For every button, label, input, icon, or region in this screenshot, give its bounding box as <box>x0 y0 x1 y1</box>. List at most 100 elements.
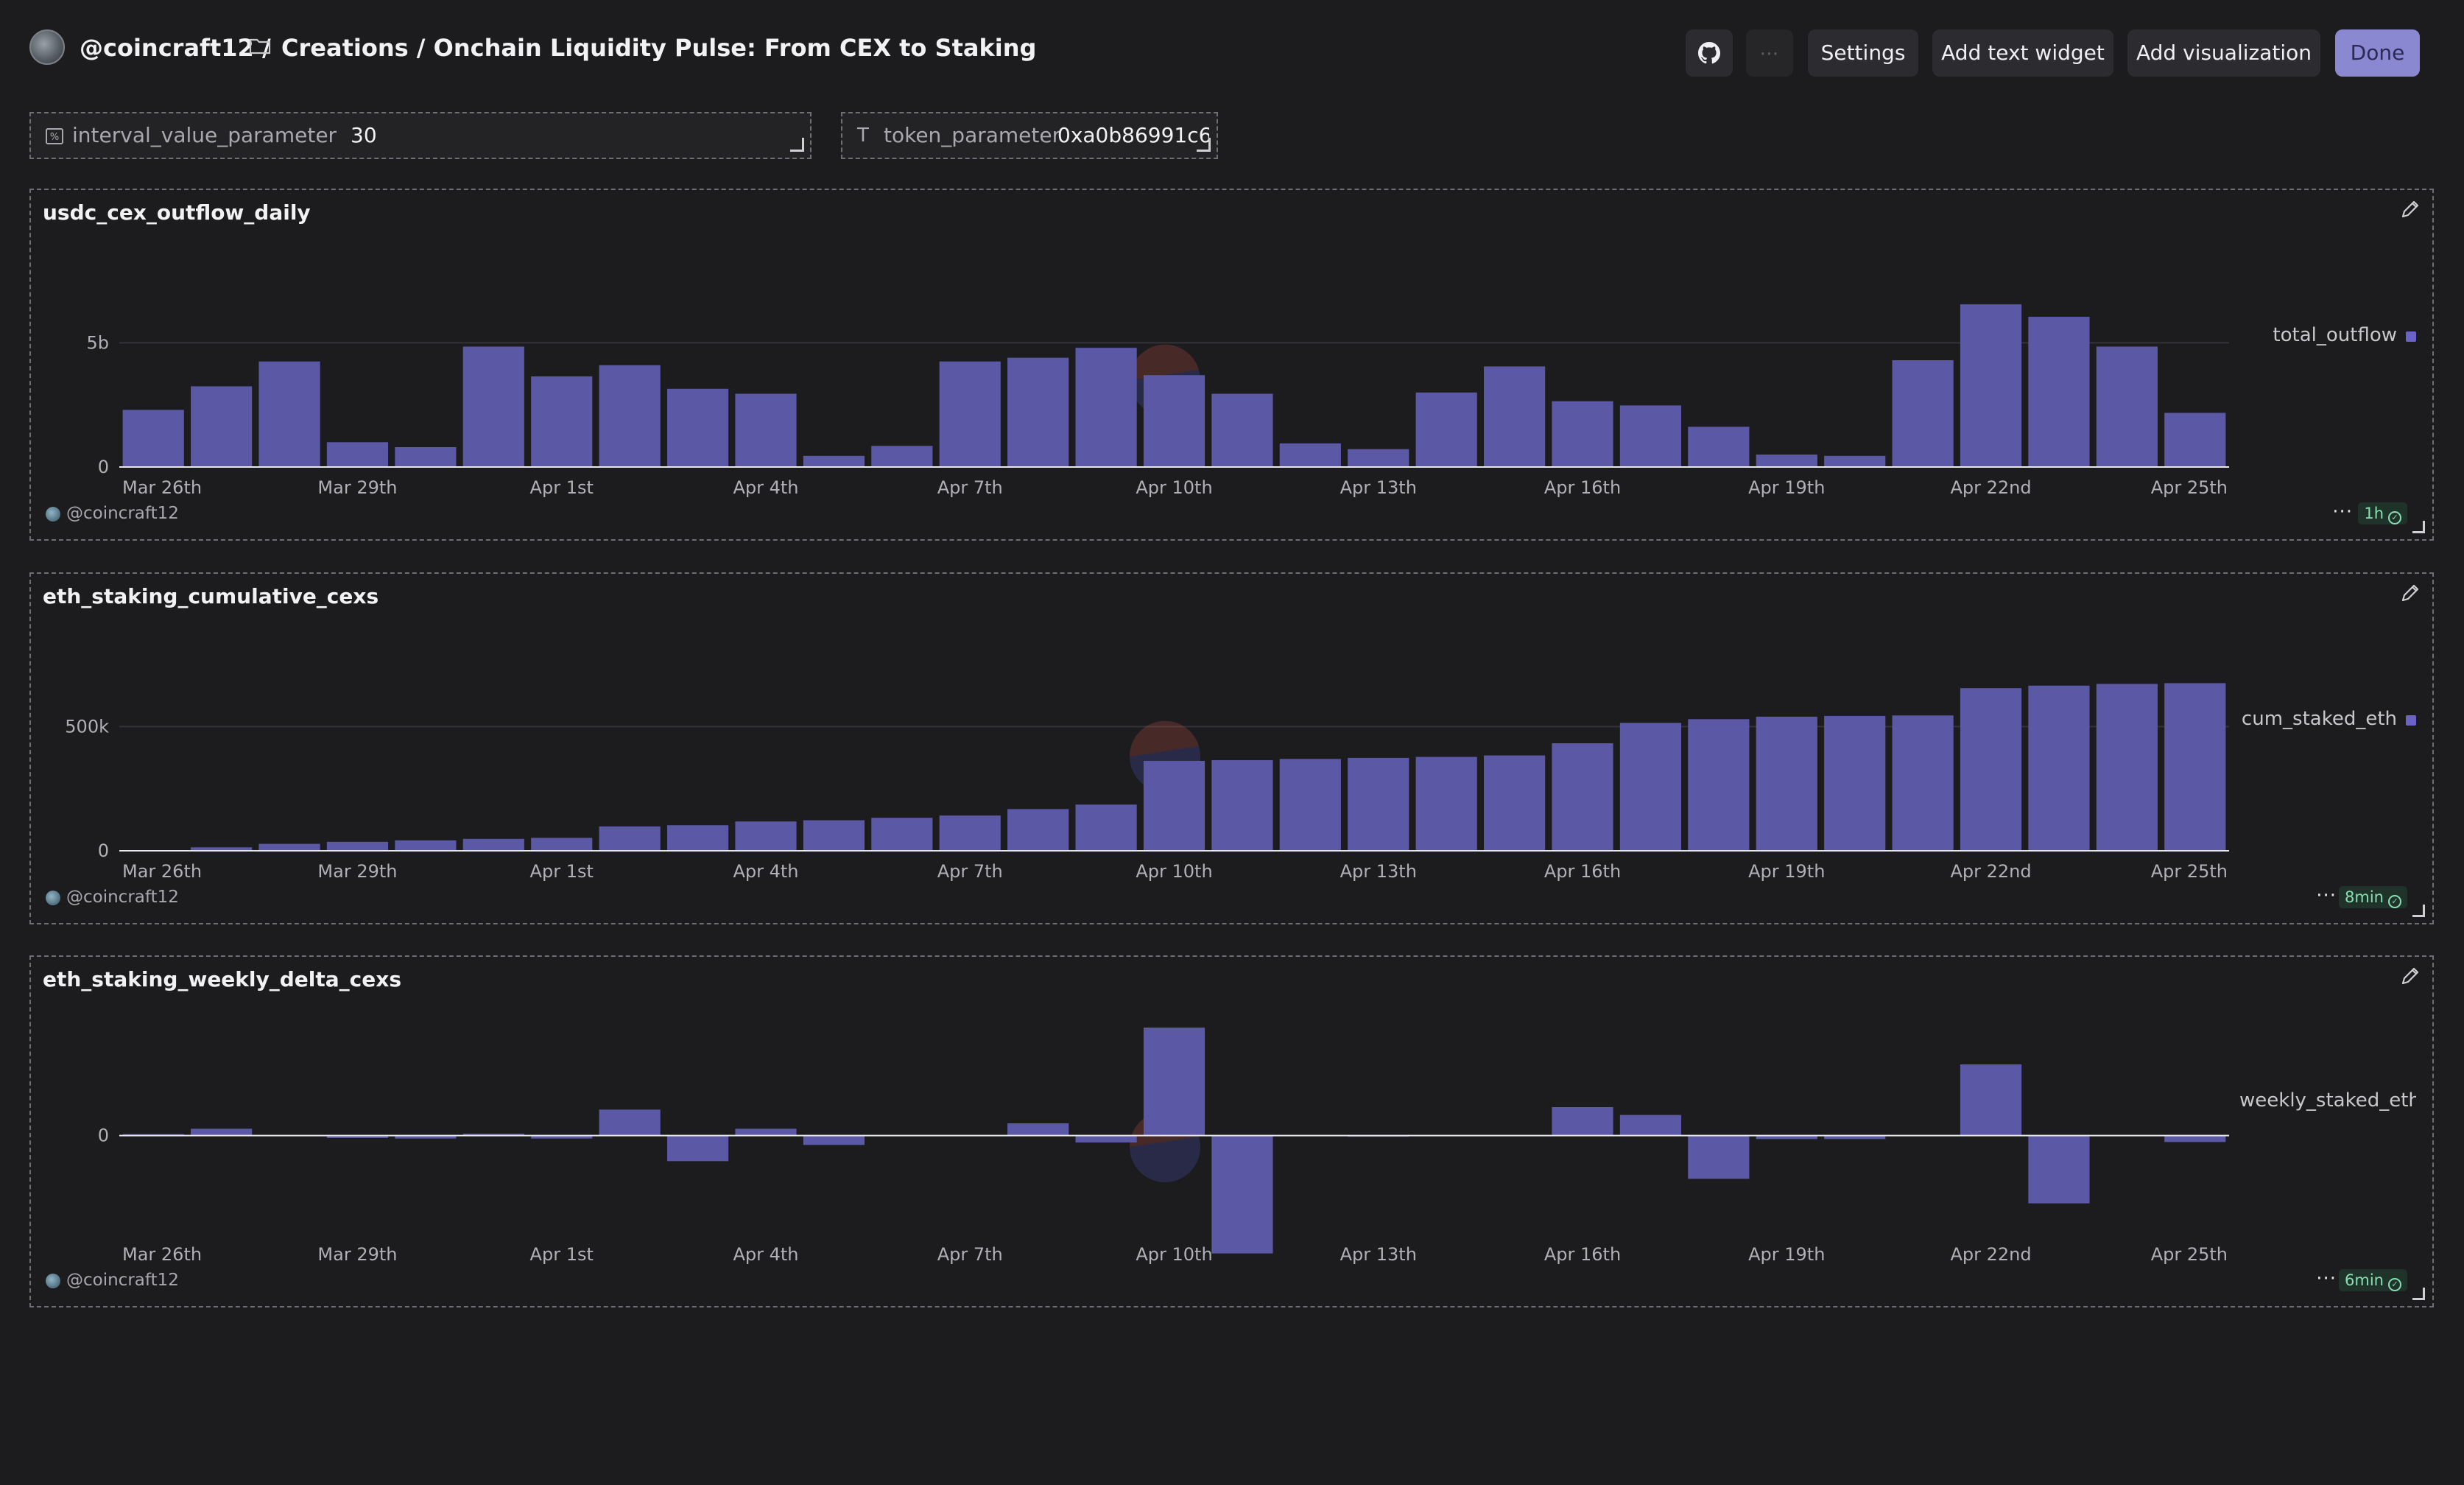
github-button[interactable] <box>1686 29 1733 77</box>
chart-bar[interactable] <box>258 361 320 467</box>
chart-bar[interactable] <box>1892 360 1954 467</box>
chart-bar[interactable] <box>666 825 729 851</box>
chart-bar[interactable] <box>395 447 457 467</box>
chart-bar[interactable] <box>1075 1135 1137 1142</box>
chart-bar[interactable] <box>1688 426 1750 467</box>
chart-bar[interactable] <box>735 393 797 467</box>
chart-bar[interactable] <box>1756 454 1817 467</box>
pencil-icon[interactable] <box>2398 964 2422 988</box>
chart-bar[interactable] <box>531 838 593 851</box>
chart-bar[interactable] <box>1552 1107 1613 1136</box>
more-options-button[interactable]: ⋯ <box>1746 29 1793 77</box>
parameter-value[interactable]: 30 <box>351 113 377 158</box>
chart-bar[interactable] <box>2028 317 2090 467</box>
chart-bar[interactable] <box>599 1109 661 1136</box>
breadcrumb-user[interactable]: @coincraft12 / <box>80 29 271 66</box>
chart-bar[interactable] <box>1688 1135 1750 1179</box>
parameter-value[interactable]: 0xa0b86991c6218b36c1d19d4a2e9eb0ce3606eb… <box>1057 113 1209 158</box>
chart-bar[interactable] <box>1619 1114 1682 1136</box>
ellipsis-icon[interactable]: ··· <box>2332 501 2353 523</box>
chart-bar[interactable] <box>939 361 1001 467</box>
chart-bar[interactable] <box>531 376 593 467</box>
chart-bar[interactable] <box>1960 688 2022 851</box>
chart-bar[interactable] <box>326 442 389 467</box>
chart-bar[interactable] <box>1415 756 1477 851</box>
chart-bar[interactable] <box>1211 1135 1273 1254</box>
chart-bar[interactable] <box>599 365 661 467</box>
add-text-widget-button[interactable]: Add text widget <box>1932 29 2113 77</box>
breadcrumb-dashboard[interactable]: Creations / Onchain Liquidity Pulse: Fro… <box>281 29 1036 66</box>
chart-bar[interactable] <box>395 840 457 851</box>
chart-bar[interactable] <box>803 1135 865 1145</box>
chart-bar[interactable] <box>2164 1135 2226 1142</box>
chart-bar[interactable] <box>1415 392 1477 467</box>
chart-bar[interactable] <box>1824 455 1886 467</box>
chart-bar[interactable] <box>939 815 1001 851</box>
chart-bar[interactable] <box>666 388 729 467</box>
resize-handle[interactable] <box>1197 138 1211 152</box>
panel-owner[interactable]: @coincraft12 <box>46 504 179 523</box>
chart-bar[interactable] <box>1211 759 1273 851</box>
chart-bar[interactable] <box>2164 683 2226 851</box>
chart-bar[interactable] <box>462 346 524 467</box>
chart-bar[interactable] <box>1892 715 1954 851</box>
chart-bar[interactable] <box>1552 401 1613 467</box>
chart-bar[interactable] <box>258 843 320 851</box>
chart-bar[interactable] <box>1007 1123 1069 1136</box>
chart-bar[interactable] <box>1279 759 1341 851</box>
chart-bar[interactable] <box>735 821 797 851</box>
chart-bar[interactable] <box>1348 449 1409 467</box>
chart-bar[interactable] <box>1143 760 1205 851</box>
pencil-icon[interactable] <box>2398 581 2422 605</box>
chart-bar[interactable] <box>1211 393 1273 467</box>
chart-bar[interactable] <box>2096 684 2158 851</box>
chart-bar[interactable] <box>803 820 865 851</box>
chart-bar[interactable] <box>599 826 661 851</box>
pencil-icon[interactable] <box>2398 197 2422 221</box>
resize-handle[interactable] <box>2412 1288 2425 1300</box>
chart-bar[interactable] <box>1688 719 1750 851</box>
chart-bar[interactable] <box>1619 723 1682 851</box>
chart-bar[interactable] <box>1279 443 1341 467</box>
chart-bar[interactable] <box>871 818 933 851</box>
ellipsis-icon[interactable]: ··· <box>2316 1268 2337 1290</box>
chart-bar[interactable] <box>735 1128 797 1136</box>
done-button[interactable]: Done <box>2335 29 2420 77</box>
chart-bar[interactable] <box>1143 375 1205 467</box>
resize-handle[interactable] <box>2412 905 2425 917</box>
ellipsis-icon[interactable]: ··· <box>2316 885 2337 907</box>
chart-bar[interactable] <box>1348 757 1409 851</box>
chart-bar[interactable] <box>326 841 389 851</box>
panel-owner[interactable]: @coincraft12 <box>46 888 179 907</box>
user-avatar[interactable] <box>29 29 65 65</box>
chart-bar[interactable] <box>2028 685 2090 851</box>
chart-bar[interactable] <box>462 838 524 851</box>
panel-owner[interactable]: @coincraft12 <box>46 1271 179 1290</box>
chart-bar[interactable] <box>1143 1028 1205 1136</box>
chart-bar[interactable] <box>1075 348 1137 467</box>
chart-bar[interactable] <box>1075 804 1137 851</box>
chart-bar[interactable] <box>1484 755 1546 851</box>
chart-bar[interactable] <box>1484 366 1546 467</box>
chart-bar[interactable] <box>871 446 933 467</box>
chart-bar[interactable] <box>1960 304 2022 467</box>
chart-bar[interactable] <box>1619 405 1682 467</box>
chart-bar[interactable] <box>1824 715 1886 851</box>
chart-bar[interactable] <box>122 410 184 467</box>
chart-bar[interactable] <box>1007 357 1069 467</box>
chart-bar[interactable] <box>191 386 253 467</box>
chart-bar[interactable] <box>2028 1135 2090 1204</box>
add-visualization-button[interactable]: Add visualization <box>2127 29 2320 77</box>
chart-bar[interactable] <box>191 1128 253 1136</box>
parameter-token[interactable]: T token_parameter 0xa0b86991c6218b36c1d1… <box>841 112 1218 159</box>
settings-button[interactable]: Settings <box>1808 29 1918 77</box>
chart-bar[interactable] <box>1552 743 1613 851</box>
chart-bar[interactable] <box>803 455 865 467</box>
chart-bar[interactable] <box>1007 809 1069 851</box>
parameter-interval[interactable]: % interval_value_parameter 30 <box>29 112 812 159</box>
chart-bar[interactable] <box>2164 412 2226 467</box>
resize-handle[interactable] <box>790 138 804 152</box>
chart-bar[interactable] <box>666 1135 729 1162</box>
chart-bar[interactable] <box>2096 346 2158 467</box>
chart-bar[interactable] <box>1960 1064 2022 1136</box>
